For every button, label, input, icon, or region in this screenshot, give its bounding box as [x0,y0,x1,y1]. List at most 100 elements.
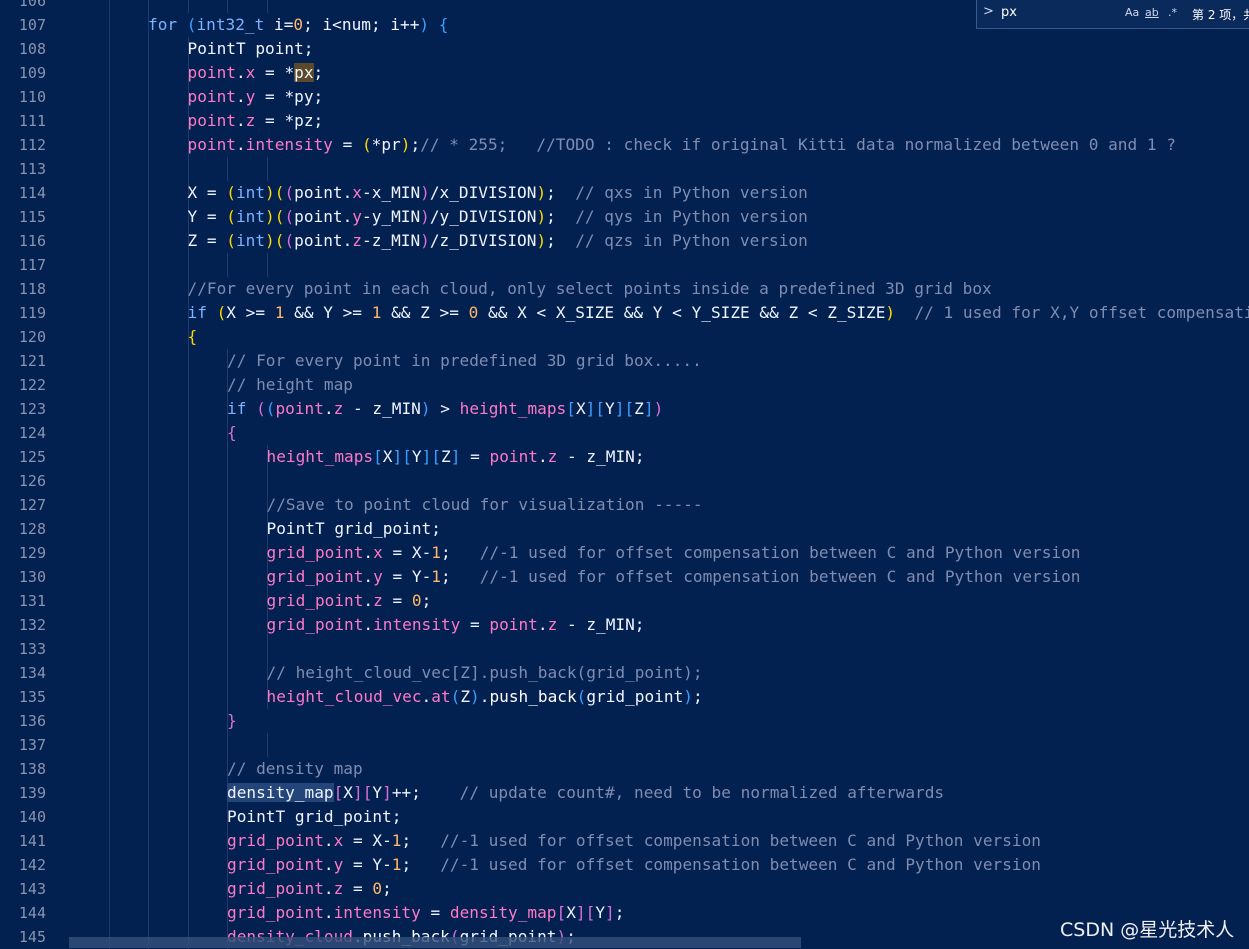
indent-guide [109,685,110,709]
code-token: ] [382,783,392,802]
code-line[interactable]: 124{ [0,421,1249,445]
whole-word-toggle[interactable]: ab [1145,6,1159,19]
find-input[interactable]: px [1001,5,1017,20]
code-line[interactable]: 123if ((point.z - z_MIN) > height_maps[X… [0,397,1249,421]
indent-guide [109,85,110,109]
code-line[interactable]: 115Y = (int)((point.y-y_MIN)/y_DIVISION)… [0,205,1249,229]
line-number: 140 [0,805,46,829]
code-token: ) [420,207,430,226]
code-line[interactable]: 133 [0,637,1249,661]
code-line[interactable]: 108PointT point; [0,37,1249,61]
code-text: X = (int)((point.x-x_MIN)/x_DIVISION); /… [188,181,808,205]
code-line[interactable]: 130grid_point.y = Y-1; //-1 used for off… [0,565,1249,589]
code-line[interactable]: 125height_maps[X][Y][Z] = point.z - z_MI… [0,445,1249,469]
indent-guide [109,469,110,493]
find-expand-toggle[interactable]: > [983,4,994,19]
indent-guide [148,181,149,205]
code-editor[interactable]: 106107for (int32_t i=0; i<num; i++) {108… [0,0,1249,949]
horizontal-scrollbar[interactable] [69,937,801,948]
code-token: /y_DIVISION [430,207,537,226]
code-line[interactable]: 117 [0,253,1249,277]
code-text: Z = (int)((point.z-z_MIN)/z_DIVISION); /… [188,229,808,253]
find-widget: > px Aa ab .* 第 2 项，共 [976,0,1249,29]
code-token: ) [536,183,546,202]
code-token: Z_SIZE [818,303,886,322]
code-line[interactable]: 113 [0,157,1249,181]
code-token: < [536,303,546,322]
code-token: pr [381,135,400,154]
code-line[interactable]: 120{ [0,325,1249,349]
code-text: height_maps[X][Y][Z] = point.z - z_MIN; [267,445,645,469]
code-line[interactable]: 114X = (int)((point.x-x_MIN)/x_DIVISION)… [0,181,1249,205]
code-line[interactable]: 126 [0,469,1249,493]
code-line[interactable]: 140PointT grid_point; [0,805,1249,829]
indent-guide [148,757,149,781]
code-line[interactable]: 137 [0,733,1249,757]
code-line[interactable]: 142grid_point.y = Y-1; //-1 used for off… [0,853,1249,877]
code-token: = X- [383,543,431,562]
code-line[interactable]: 121// For every point in predefined 3D g… [0,349,1249,373]
code-token: // * 255; //TODO : check if original Kit… [420,135,1176,154]
indent-guide [109,517,110,541]
indent-guide [227,517,228,541]
code-token: if [227,399,256,418]
code-token: point. [294,183,352,202]
code-line[interactable]: 136} [0,709,1249,733]
indent-guide [227,613,228,637]
code-text: // density map [227,757,363,781]
code-line[interactable]: 118//For every point in each cloud, only… [0,277,1249,301]
indent-guide [267,469,268,493]
indent-guide [227,589,228,613]
code-line[interactable]: 116Z = (int)((point.z-z_MIN)/z_DIVISION)… [0,229,1249,253]
indent-guide [148,325,149,349]
code-line[interactable]: 122// height map [0,373,1249,397]
code-line[interactable]: 111point.z = *pz; [0,109,1249,133]
code-line[interactable]: 139density_map[X][Y]++; // update count#… [0,781,1249,805]
code-token: grid_point [227,903,324,922]
indent-guide [148,253,149,277]
code-token: ; [546,207,575,226]
match-case-toggle[interactable]: Aa [1125,6,1139,19]
code-token: * [284,87,294,106]
code-line[interactable]: 134// height_cloud_vec[Z].push_back(grid… [0,661,1249,685]
indent-guide [188,901,189,925]
code-line[interactable]: 119if (X >= 1 && Y >= 1 && Z >= 0 && X <… [0,301,1249,325]
indent-guide [148,205,149,229]
code-token: [ [566,399,576,418]
indent-guide [109,0,110,13]
code-token: [ [431,447,441,466]
code-token: x [246,63,256,82]
code-token: Y [372,783,382,802]
code-line[interactable]: 110point.y = *py; [0,85,1249,109]
line-number: 122 [0,373,46,397]
code-line[interactable]: 109point.x = *px; [0,61,1249,85]
code-line[interactable]: 112point.intensity = (*pr);// * 255; //T… [0,133,1249,157]
indent-guide [148,805,149,829]
code-line[interactable]: 127//Save to point cloud for visualizati… [0,493,1249,517]
regex-toggle[interactable]: .* [1168,6,1177,19]
code-token: 1 [265,303,294,322]
indent-guide [109,253,110,277]
indent-guide [109,373,110,397]
code-token: /x_DIVISION [430,183,537,202]
code-text: point.x = *px; [188,61,324,85]
code-line[interactable]: 129grid_point.x = X-1; //-1 used for off… [0,541,1249,565]
code-token: X [576,399,586,418]
indent-guide [188,733,189,757]
indent-guide [227,253,228,277]
code-token: >= [343,303,362,322]
code-line[interactable]: 135height_cloud_vec.at(Z).push_back(grid… [0,685,1249,709]
indent-guide [148,541,149,565]
code-line[interactable]: 141grid_point.x = X-1; //-1 used for off… [0,829,1249,853]
code-token: grid_point [267,543,364,562]
code-token: Z = [188,231,227,250]
code-line[interactable]: 131grid_point.z = 0; [0,589,1249,613]
code-line[interactable]: 143grid_point.z = 0; [0,877,1249,901]
code-line[interactable]: 132grid_point.intensity = point.z - z_MI… [0,613,1249,637]
code-text: grid_point.x = X-1; //-1 used for offset… [227,829,1041,853]
code-line[interactable]: 138// density map [0,757,1249,781]
code-line[interactable]: 128PointT grid_point; [0,517,1249,541]
indent-guide [148,133,149,157]
code-text: grid_point.y = Y-1; //-1 used for offset… [227,853,1041,877]
indent-guide [188,541,189,565]
